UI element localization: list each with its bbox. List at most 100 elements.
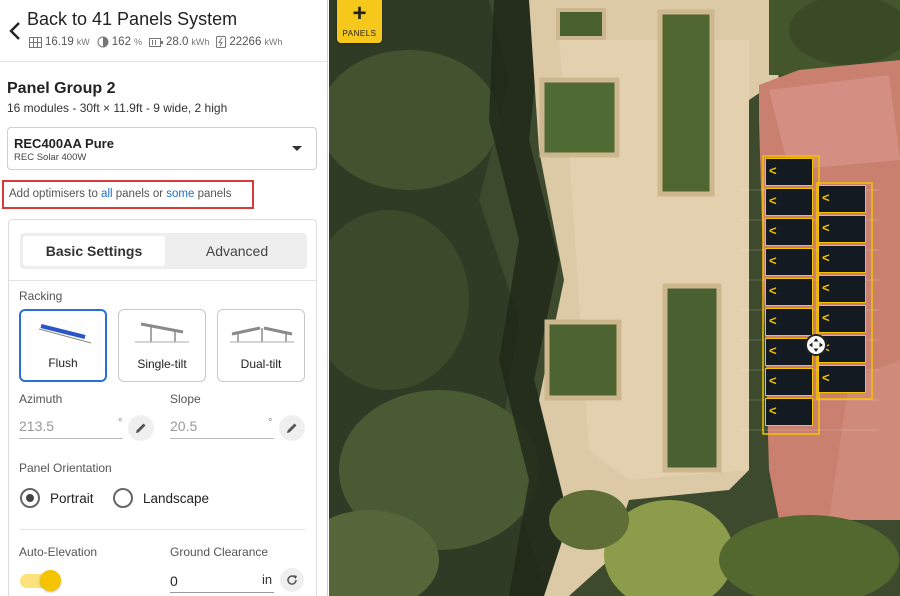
solar-panel[interactable]: < bbox=[765, 368, 813, 396]
ground-clearance-input[interactable] bbox=[170, 569, 274, 593]
panel-model-name: REC400AA Pure bbox=[14, 136, 114, 151]
panel-direction-icon: < bbox=[769, 163, 777, 178]
solar-panel[interactable]: < bbox=[818, 185, 866, 213]
racking-label: Racking bbox=[19, 289, 63, 303]
panel-direction-icon: < bbox=[769, 223, 777, 238]
solar-panel[interactable]: < bbox=[765, 308, 813, 336]
azimuth-input[interactable]: 213.5 bbox=[19, 418, 54, 434]
optimiser-prefix: Add optimisers to bbox=[9, 188, 102, 200]
racking-flush-button[interactable]: Flush bbox=[19, 309, 107, 382]
panel-model-manufacturer: REC Solar 400W bbox=[14, 152, 87, 163]
stat-production-unit: kWh bbox=[264, 37, 283, 47]
ground-clearance-label: Ground Clearance bbox=[170, 545, 269, 559]
auto-elevation-toggle[interactable] bbox=[20, 570, 61, 591]
slope-label: Slope bbox=[170, 392, 201, 406]
solar-panel[interactable]: < bbox=[765, 278, 813, 306]
add-panels-label: PANELS bbox=[342, 29, 377, 38]
solar-panel[interactable]: < bbox=[818, 365, 866, 393]
azimuth-unit: ° bbox=[118, 417, 123, 429]
tab-advanced[interactable]: Advanced bbox=[166, 236, 308, 266]
panel-group-title: Panel Group 2 bbox=[7, 80, 116, 97]
panel-grid-icon bbox=[29, 36, 42, 48]
move-group-handle[interactable] bbox=[805, 334, 827, 356]
settings-card: Basic Settings Advanced Racking Flush Si… bbox=[8, 219, 317, 596]
azimuth-label: Azimuth bbox=[19, 392, 63, 406]
tab-basic-settings[interactable]: Basic Settings bbox=[23, 236, 165, 266]
solar-panel[interactable]: < bbox=[818, 305, 866, 333]
solar-panel[interactable]: < bbox=[765, 188, 813, 216]
stat-kw-unit: kW bbox=[76, 37, 90, 47]
stat-battery-unit: kWh bbox=[191, 37, 210, 47]
panel-group-summary: 16 modules - 30ft × 11.9ft - 9 wide, 2 h… bbox=[7, 101, 228, 115]
solar-panel[interactable]: < bbox=[818, 245, 866, 273]
panel-direction-icon: < bbox=[769, 283, 777, 298]
orientation-landscape-label[interactable]: Landscape bbox=[143, 491, 209, 506]
refresh-icon bbox=[287, 575, 297, 585]
stat-kw-value: 16.19 bbox=[45, 36, 74, 48]
dual-tilt-racking-icon bbox=[230, 326, 294, 343]
optimiser-middle: panels or bbox=[112, 188, 167, 200]
plus-icon: + bbox=[352, 0, 367, 27]
ground-clearance-reset-button[interactable] bbox=[280, 568, 304, 592]
panel-direction-icon: < bbox=[822, 280, 830, 295]
orientation-landscape-radio[interactable] bbox=[113, 488, 133, 508]
panel-direction-icon: < bbox=[769, 373, 777, 388]
settings-tabs: Basic Settings Advanced bbox=[20, 233, 307, 269]
stat-battery-value: 28.0 bbox=[165, 36, 189, 48]
panel-model-dropdown[interactable]: REC400AA Pure REC Solar 400W bbox=[7, 127, 317, 170]
panel-direction-icon: < bbox=[769, 403, 777, 418]
azimuth-edit-button[interactable] bbox=[128, 415, 154, 441]
back-arrow-icon[interactable] bbox=[6, 18, 24, 44]
move-arrows-icon bbox=[809, 338, 823, 352]
panel-direction-icon: < bbox=[822, 310, 830, 325]
panel-direction-icon: < bbox=[769, 193, 777, 208]
orientation-portrait-label[interactable]: Portrait bbox=[50, 491, 94, 506]
panel-direction-icon: < bbox=[769, 253, 777, 268]
chevron-down-icon bbox=[292, 146, 302, 151]
ground-clearance-unit: in bbox=[262, 572, 273, 587]
solar-panel[interactable]: < bbox=[765, 218, 813, 246]
slope-edit-button[interactable] bbox=[279, 415, 305, 441]
header: Back to 41 Panels System 16.19 kW 162 % … bbox=[0, 0, 327, 62]
racking-single-tilt-label: Single-tilt bbox=[137, 357, 187, 371]
battery-icon bbox=[148, 37, 163, 47]
panel-direction-icon: < bbox=[822, 370, 830, 385]
lightning-icon bbox=[216, 36, 227, 48]
racking-dual-tilt-label: Dual-tilt bbox=[240, 357, 282, 371]
slope-unit: ° bbox=[268, 417, 273, 429]
add-panels-button[interactable]: + PANELS bbox=[337, 0, 382, 43]
azimuth-underline bbox=[19, 438, 123, 439]
panel-direction-icon: < bbox=[822, 190, 830, 205]
solar-panel[interactable]: < bbox=[765, 248, 813, 276]
slope-input[interactable]: 20.5 bbox=[170, 418, 197, 434]
optimiser-all-link[interactable]: all bbox=[101, 188, 113, 200]
panel-direction-icon: < bbox=[822, 250, 830, 265]
slope-underline bbox=[170, 438, 274, 439]
racking-dual-tilt-button[interactable]: Dual-tilt bbox=[217, 309, 305, 382]
flush-racking-icon bbox=[38, 324, 92, 344]
panel-direction-icon: < bbox=[822, 220, 830, 235]
solar-panel[interactable]: < bbox=[765, 158, 813, 186]
optimiser-suffix: panels bbox=[194, 188, 232, 200]
racking-single-tilt-button[interactable]: Single-tilt bbox=[118, 309, 206, 382]
stat-offset-unit: % bbox=[133, 37, 142, 47]
back-to-system-link[interactable]: Back to 41 Panels System bbox=[27, 9, 237, 30]
single-tilt-racking-icon bbox=[135, 322, 189, 343]
auto-elevation-label: Auto-Elevation bbox=[19, 545, 98, 559]
satellite-imagery bbox=[329, 0, 900, 596]
satellite-map[interactable]: + PANELS < < < < < < < < < < < < < < < < bbox=[329, 0, 900, 596]
system-stats: 16.19 kW 162 % 28.0 kWh 22266 kWh bbox=[29, 36, 286, 48]
panel-orientation-label: Panel Orientation bbox=[19, 461, 112, 475]
orientation-portrait-radio[interactable] bbox=[20, 488, 40, 508]
solar-panel[interactable]: < bbox=[818, 275, 866, 303]
optimiser-some-link[interactable]: some bbox=[166, 188, 194, 200]
solar-panel[interactable]: < bbox=[818, 215, 866, 243]
panel-editor-sidebar: Back to 41 Panels System 16.19 kW 162 % … bbox=[0, 0, 328, 596]
pencil-icon bbox=[136, 423, 146, 433]
solar-panel[interactable]: < bbox=[765, 398, 813, 426]
panel-direction-icon: < bbox=[769, 313, 777, 328]
racking-flush-label: Flush bbox=[48, 356, 78, 370]
divider bbox=[20, 529, 305, 530]
sun-moon-icon bbox=[97, 36, 109, 48]
stat-offset-value: 162 bbox=[111, 36, 131, 48]
